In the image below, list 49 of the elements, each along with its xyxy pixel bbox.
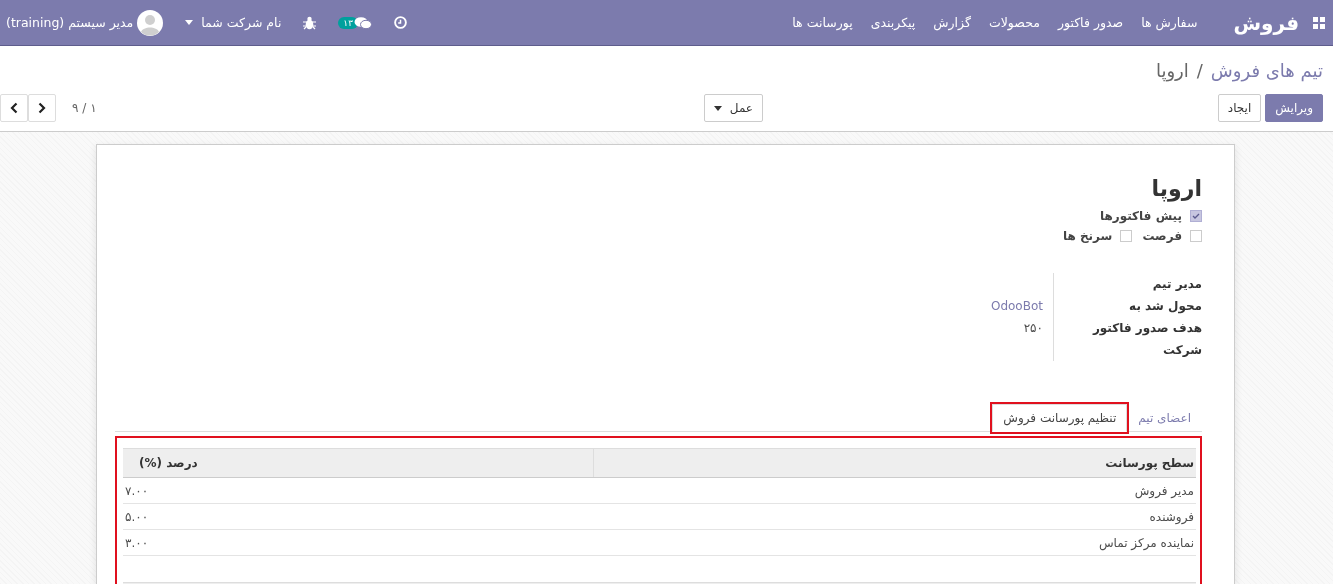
field-value: ۲۵۰: [1022, 320, 1043, 337]
field-label: شرکت: [1162, 342, 1202, 359]
checkbox-label: پیش فاکتورها: [1099, 209, 1182, 223]
clock-icon[interactable]: [394, 16, 408, 29]
company-dropdown[interactable]: نام شرکت شما: [185, 15, 282, 30]
tab[interactable]: تنظیم پورسانت فروش: [992, 404, 1128, 432]
chevron-right-icon: [38, 102, 46, 114]
checkbox-label: سرنخ ها: [1062, 229, 1113, 243]
menu-item[interactable]: صدور فاکتور: [1057, 15, 1124, 30]
record-title: اروپا: [1150, 175, 1202, 204]
menu-item[interactable]: محصولات: [988, 15, 1040, 30]
tab[interactable]: اعضای تیم: [1127, 404, 1202, 432]
previous-button[interactable]: [0, 94, 28, 122]
pager-value: ۱ / ۹: [72, 101, 97, 115]
avatar-icon: [137, 9, 164, 36]
field-link[interactable]: OdooBot: [990, 295, 1043, 317]
user-menu[interactable]: مدیر سیستم (training): [6, 9, 164, 36]
table-cell: فروشنده: [593, 503, 1196, 530]
bug-icon[interactable]: [303, 15, 317, 30]
table-cell: ۳.۰۰: [123, 529, 594, 556]
table-cell: نماینده مرکز تماس: [593, 529, 1196, 556]
checkbox[interactable]: [1190, 210, 1202, 222]
field-label: محول شد به: [1128, 298, 1202, 316]
breadcrumb-link[interactable]: تیم های فروش: [1210, 59, 1323, 81]
breadcrumb-current: اروپا: [1155, 59, 1189, 81]
apps-menu-icon[interactable]: [1313, 16, 1325, 29]
menu-item[interactable]: پورسانت ها: [792, 15, 853, 30]
action-dropdown[interactable]: عمل: [703, 94, 763, 122]
caret-icon: [713, 105, 722, 111]
field-label: مدیر تیم: [1151, 276, 1202, 293]
column-header: سطح پورسانت: [593, 448, 1196, 478]
menu-item[interactable]: پیکربندی: [870, 15, 916, 30]
app-title: فروش: [1233, 10, 1299, 35]
caret-icon: [185, 20, 194, 25]
table-cell: ۵.۰۰: [123, 503, 594, 530]
column-header: درصد (%): [123, 448, 594, 478]
checkbox[interactable]: [1190, 230, 1202, 242]
table-cell: مدیر فروش: [593, 477, 1196, 504]
create-button[interactable]: ایجاد: [1217, 94, 1262, 122]
field-label: هدف صدور فاکتور: [1091, 320, 1202, 338]
edit-button[interactable]: ویرایش: [1265, 94, 1323, 122]
table-cell: ۷.۰۰: [123, 477, 594, 504]
breadcrumb-separator: /: [1196, 59, 1203, 81]
menu-item[interactable]: سفارش ها: [1141, 15, 1198, 30]
chevron-left-icon: [10, 102, 18, 114]
next-button[interactable]: [28, 94, 56, 122]
checkbox-label: فرصت: [1142, 229, 1182, 243]
menu-item[interactable]: گزارش: [933, 15, 971, 30]
checkbox[interactable]: [1120, 230, 1133, 242]
